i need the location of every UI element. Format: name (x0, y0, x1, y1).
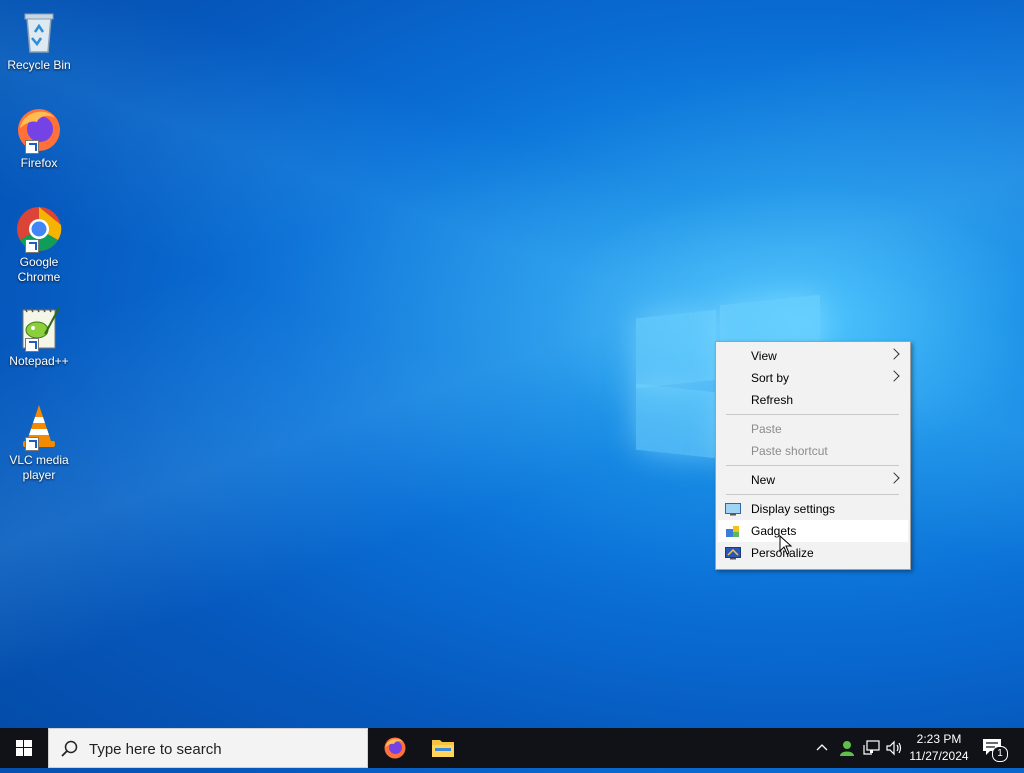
taskbar: Type here to search 2:23 PM 11/27/2024 1 (0, 728, 1024, 768)
menu-item-personalize[interactable]: Personalize (718, 542, 908, 564)
search-placeholder: Type here to search (89, 741, 222, 758)
menu-item-new[interactable]: New (718, 469, 908, 491)
chrome-icon (15, 205, 63, 253)
desktop-icon-notepad-plus-plus[interactable]: Notepad++ (4, 304, 74, 369)
recycle-bin-icon (15, 8, 63, 56)
menu-item-label: Display settings (751, 502, 836, 516)
desktop-icon-label: VLC media player (9, 453, 69, 482)
network-icon[interactable] (862, 739, 880, 762)
taskbar-app-file-explorer[interactable] (419, 728, 467, 768)
clock-date: 11/27/2024 (909, 749, 969, 763)
volume-icon[interactable] (885, 739, 903, 762)
menu-item-sort-by[interactable]: Sort by (718, 367, 908, 389)
menu-item-label: Paste shortcut (751, 444, 828, 458)
menu-item-paste: Paste (718, 418, 908, 440)
clock-time: 2:23 PM (916, 732, 962, 746)
desktop-icon-firefox[interactable]: Firefox (4, 106, 74, 171)
menu-item-label: New (751, 473, 776, 487)
chevron-right-icon (888, 348, 900, 360)
clock[interactable]: 2:23 PM 11/27/2024 (906, 732, 972, 763)
search-icon (61, 740, 78, 757)
desktop-icon-label: Notepad++ (9, 354, 69, 368)
desktop-context-menu: View Sort by Refresh Paste Paste shortcu… (715, 341, 911, 570)
show-hidden-icons-chevron-up-icon[interactable] (814, 740, 830, 761)
shortcut-arrow-icon (25, 239, 39, 253)
desktop-icon-google-chrome[interactable]: Google Chrome (4, 205, 74, 285)
menu-item-view[interactable]: View (718, 345, 908, 367)
desktop-icon-recycle-bin[interactable]: Recycle Bin (4, 8, 74, 73)
file-explorer-icon (432, 740, 454, 757)
menu-item-display-settings[interactable]: Display settings (718, 498, 908, 520)
taskbar-search-box[interactable]: Type here to search (48, 728, 368, 768)
windows-logo-icon (16, 740, 32, 756)
firefox-icon (384, 737, 406, 759)
shortcut-arrow-icon (25, 140, 39, 154)
personalize-icon (725, 546, 741, 560)
start-button[interactable] (0, 728, 48, 768)
menu-item-refresh[interactable]: Refresh (718, 389, 908, 411)
firefox-icon (15, 106, 63, 154)
chevron-right-icon (888, 370, 900, 382)
notification-count-badge: 1 (992, 746, 1008, 762)
menu-item-label: Refresh (751, 393, 794, 407)
menu-item-label: Sort by (751, 371, 790, 385)
menu-item-paste-shortcut: Paste shortcut (718, 440, 908, 462)
user-status-icon[interactable] (838, 739, 856, 762)
menu-item-label: Paste (751, 422, 782, 436)
vlc-icon (15, 403, 63, 451)
menu-item-gadgets[interactable]: Gadgets (718, 520, 908, 542)
desktop-icon-label: Recycle Bin (7, 58, 71, 72)
shortcut-arrow-icon (25, 437, 39, 451)
menu-item-label: View (751, 349, 777, 363)
notepad-plus-plus-icon (15, 304, 63, 352)
desktop-icon-vlc-media-player[interactable]: VLC media player (4, 403, 74, 483)
menu-separator (726, 465, 899, 466)
desktop-icon-label: Google Chrome (17, 255, 61, 284)
menu-separator (726, 494, 899, 495)
shortcut-arrow-icon (25, 338, 39, 352)
gadgets-icon (725, 524, 741, 538)
taskbar-app-firefox[interactable] (371, 728, 419, 768)
action-center-button[interactable]: 1 (982, 738, 1008, 762)
desktop-icon-label: Firefox (20, 156, 58, 170)
menu-separator (726, 414, 899, 415)
display-icon (725, 502, 741, 516)
chevron-right-icon (888, 472, 900, 484)
